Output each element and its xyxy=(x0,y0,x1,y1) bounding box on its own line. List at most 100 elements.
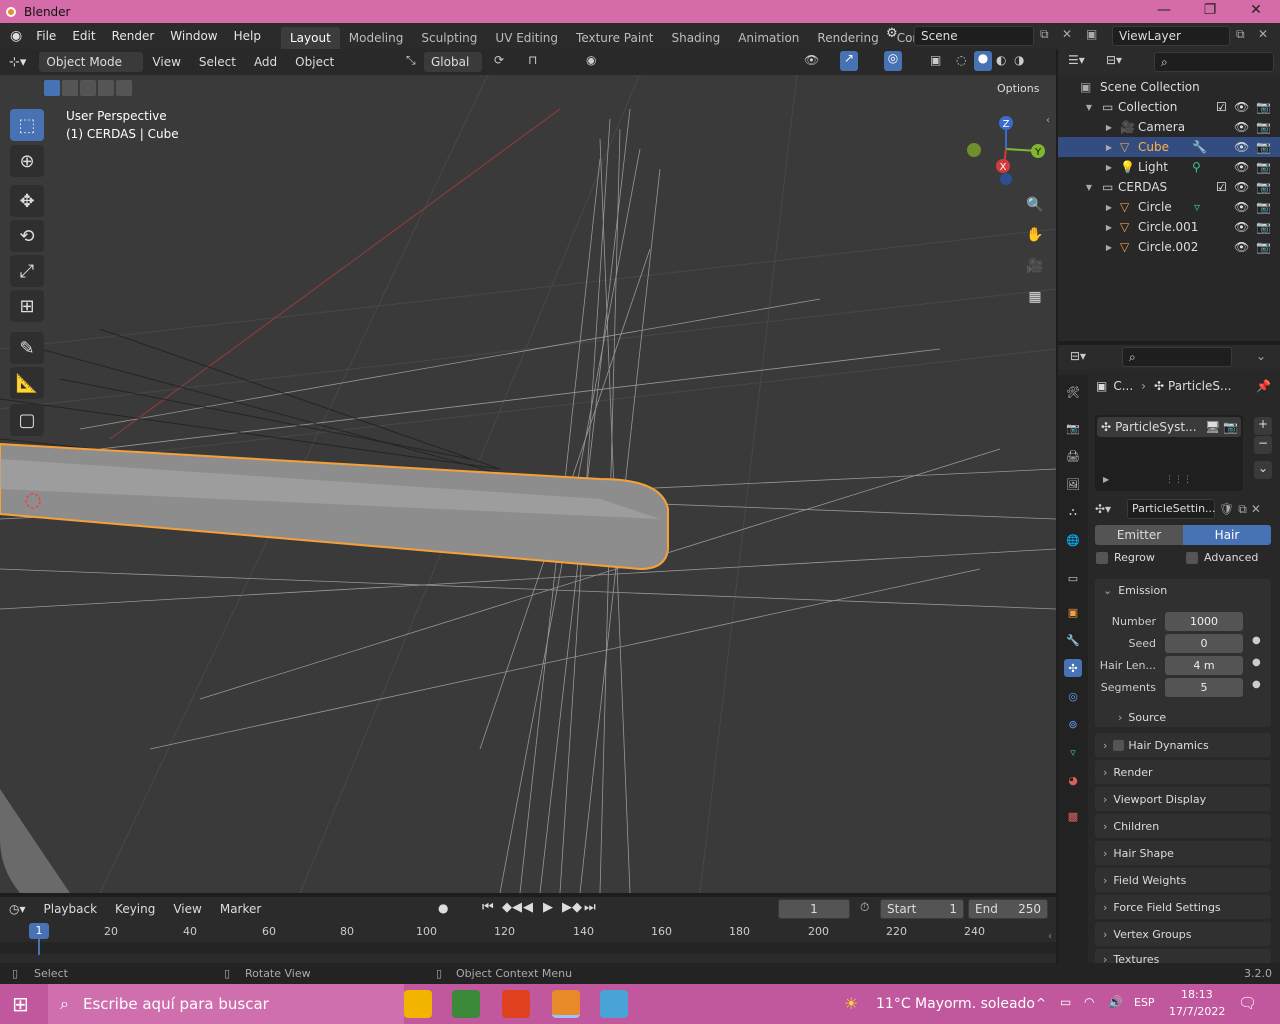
material-tab-icon[interactable]: ◕ xyxy=(1064,771,1082,789)
camera-view-icon[interactable]: 🎥 xyxy=(1021,252,1049,280)
tab-modeling[interactable]: Modeling xyxy=(340,27,413,49)
expand-circle-icon[interactable]: ▶ xyxy=(1104,203,1114,212)
proportional-edit-icon[interactable]: ◉ xyxy=(586,53,596,67)
regrow-option[interactable]: Regrow xyxy=(1096,551,1155,564)
eye-icon[interactable]: 👁 xyxy=(1234,160,1249,174)
eye-icon[interactable]: 👁 xyxy=(1234,100,1249,114)
render-camera-icon[interactable]: 📷 xyxy=(1256,220,1271,234)
physics-tab-icon[interactable]: ◎ xyxy=(1064,687,1082,705)
panel-hair-shape[interactable]: › Hair Shape xyxy=(1095,841,1271,865)
timeline-sidebar-icon[interactable]: ‹ xyxy=(1048,931,1052,942)
options-dropdown[interactable]: Options xyxy=(990,79,1050,99)
select-new-icon[interactable] xyxy=(44,80,60,96)
gizmo-toggle-icon[interactable]: ↗ xyxy=(840,51,858,71)
zoom-icon[interactable]: 🔍 xyxy=(1021,191,1049,219)
expand-circle-002-icon[interactable]: ▶ xyxy=(1104,243,1114,252)
settings-browse-icon[interactable]: ✣▾ xyxy=(1095,502,1127,516)
blender-taskbar-icon[interactable] xyxy=(552,990,580,1018)
render-camera-icon[interactable]: 📷 xyxy=(1256,160,1271,174)
start-frame-field[interactable]: Start 1 xyxy=(880,899,964,919)
menu-file[interactable]: File xyxy=(28,29,64,43)
pan-hand-icon[interactable]: ✋ xyxy=(1021,221,1049,249)
modifier-wrench-icon[interactable]: 🔧 xyxy=(1192,140,1207,154)
properties-search[interactable]: ⌕ xyxy=(1122,347,1232,367)
jump-start-icon[interactable]: ⏮ xyxy=(482,900,494,915)
segments-field[interactable]: 5 xyxy=(1165,678,1243,697)
world-tab-icon[interactable]: 🌐 xyxy=(1064,531,1082,549)
outliner-row-light[interactable]: ▶ 💡 Light ⚲ 👁 📷 xyxy=(1058,157,1280,177)
hair-dynamics-checkbox[interactable] xyxy=(1113,739,1125,751)
hair-tab[interactable]: Hair xyxy=(1183,525,1271,545)
render-camera-icon[interactable]: 📷 xyxy=(1256,120,1271,134)
grid-ortho-icon[interactable]: ▦ xyxy=(1021,283,1049,311)
menu-timeline-view[interactable]: View xyxy=(164,902,210,916)
new-scene-icon[interactable]: ⧉ xyxy=(1040,27,1049,42)
playhead[interactable]: 1 xyxy=(29,923,49,939)
expand-circle-001-icon[interactable]: ▶ xyxy=(1104,223,1114,232)
menu-marker[interactable]: Marker xyxy=(211,902,270,916)
cursor-tool[interactable]: ⊕ xyxy=(10,145,44,177)
timeline-editor-type-icon[interactable]: ◷▾ xyxy=(0,902,35,916)
outliner-editor-type-icon[interactable]: ☰▾ xyxy=(1068,53,1085,67)
emission-panel-header[interactable]: ⌄ Emission xyxy=(1103,584,1167,597)
panel-force-field-settings[interactable]: › Force Field Settings xyxy=(1095,895,1271,919)
particle-settings-field[interactable]: ParticleSettin... xyxy=(1127,499,1216,519)
outliner-row-circle[interactable]: ▶ ▽ Circle ▿ 👁 📷 xyxy=(1058,197,1280,217)
outliner-row-circle-002[interactable]: ▶ ▽ Circle.002 👁 📷 xyxy=(1058,237,1280,257)
render-camera-icon[interactable]: 📷 xyxy=(1256,240,1271,254)
tab-shading[interactable]: Shading xyxy=(662,27,729,49)
language-indicator[interactable]: ESP xyxy=(1134,996,1155,1009)
mesh-data-icon[interactable]: ▿ xyxy=(1194,200,1200,214)
expand-cube-icon[interactable]: ▶ xyxy=(1104,143,1114,152)
panel-field-weights[interactable]: › Field Weights xyxy=(1095,868,1271,892)
network-icon[interactable]: ▭ xyxy=(1060,995,1071,1009)
remove-particle-system-button[interactable]: − xyxy=(1254,436,1272,454)
regrow-checkbox[interactable] xyxy=(1096,551,1108,564)
source-subpanel[interactable]: › Source xyxy=(1118,711,1166,724)
menu-playback[interactable]: Playback xyxy=(35,902,107,916)
view-layer-field[interactable]: ViewLayer xyxy=(1112,26,1230,46)
prev-keyframe-icon[interactable]: ◆◀ xyxy=(502,900,522,915)
transform-tool[interactable]: ⊞ xyxy=(10,290,44,322)
outliner-row-cerdas[interactable]: ▼ ▭ CERDAS ☑ 👁 📷 xyxy=(1058,177,1280,197)
render-camera-icon[interactable]: 📷 xyxy=(1256,200,1271,214)
hair-length-field[interactable]: 4 m xyxy=(1165,656,1243,675)
maximize-button[interactable]: ❐ xyxy=(1187,0,1233,23)
menu-window[interactable]: Window xyxy=(162,29,225,43)
file-explorer-icon[interactable] xyxy=(404,990,432,1018)
expand-light-icon[interactable]: ▶ xyxy=(1104,163,1114,172)
expand-collection-icon[interactable]: ▼ xyxy=(1084,103,1094,112)
rendered-shading-icon[interactable]: ◑ xyxy=(1014,53,1024,67)
wireframe-shading-icon[interactable]: ◌ xyxy=(956,53,966,67)
collection-checkbox[interactable]: ☑ xyxy=(1216,100,1227,114)
eye-icon[interactable]: 👁 xyxy=(1234,240,1249,254)
orientation-select[interactable]: Global xyxy=(424,52,482,72)
clock-time[interactable]: 18:13 xyxy=(1181,988,1213,1001)
show-viewport-icon[interactable]: 🖥 xyxy=(1205,420,1220,434)
outliner-row-camera[interactable]: ▶ 🎥 Camera 👁 📷 xyxy=(1058,117,1280,137)
annotate-tool[interactable]: ✎ xyxy=(10,332,44,364)
advanced-option[interactable]: Advanced xyxy=(1186,551,1258,564)
new-view-layer-icon[interactable]: ⧉ xyxy=(1236,27,1245,42)
scene-field[interactable]: Scene xyxy=(914,26,1034,46)
move-tool[interactable]: ✥ xyxy=(10,185,44,217)
eye-icon[interactable]: 👁 xyxy=(1234,120,1249,134)
tab-texture-paint[interactable]: Texture Paint xyxy=(567,27,662,49)
3d-viewport[interactable]: ⊹▾ Object Mode View Select Add Object ⤡ … xyxy=(0,49,1056,893)
weather-icon[interactable]: ☀ xyxy=(844,994,858,1013)
menu-keying[interactable]: Keying xyxy=(106,902,164,916)
add-particle-system-button[interactable]: + xyxy=(1254,417,1272,435)
list-expand-icon[interactable]: ▶ xyxy=(1103,475,1109,484)
select-intersect-icon[interactable] xyxy=(116,80,132,96)
clock-date[interactable]: 17/7/2022 xyxy=(1169,1005,1225,1018)
menu-add[interactable]: Add xyxy=(245,55,286,69)
material-shading-icon[interactable]: ◐ xyxy=(996,53,1006,67)
delete-scene-icon[interactable]: ✕ xyxy=(1062,27,1072,41)
panel-viewport-display[interactable]: › Viewport Display xyxy=(1095,787,1271,811)
list-resize-grip-icon[interactable]: ⋮⋮⋮ xyxy=(1165,475,1192,485)
menu-render[interactable]: Render xyxy=(104,29,163,43)
jump-end-icon[interactable]: ⏭ xyxy=(584,900,596,915)
keyframe-dot-icon[interactable]: ● xyxy=(1252,657,1261,668)
display-mode-icon[interactable]: ⊟▾ xyxy=(1106,53,1122,67)
unlink-settings-icon[interactable]: ✕ xyxy=(1251,502,1261,516)
